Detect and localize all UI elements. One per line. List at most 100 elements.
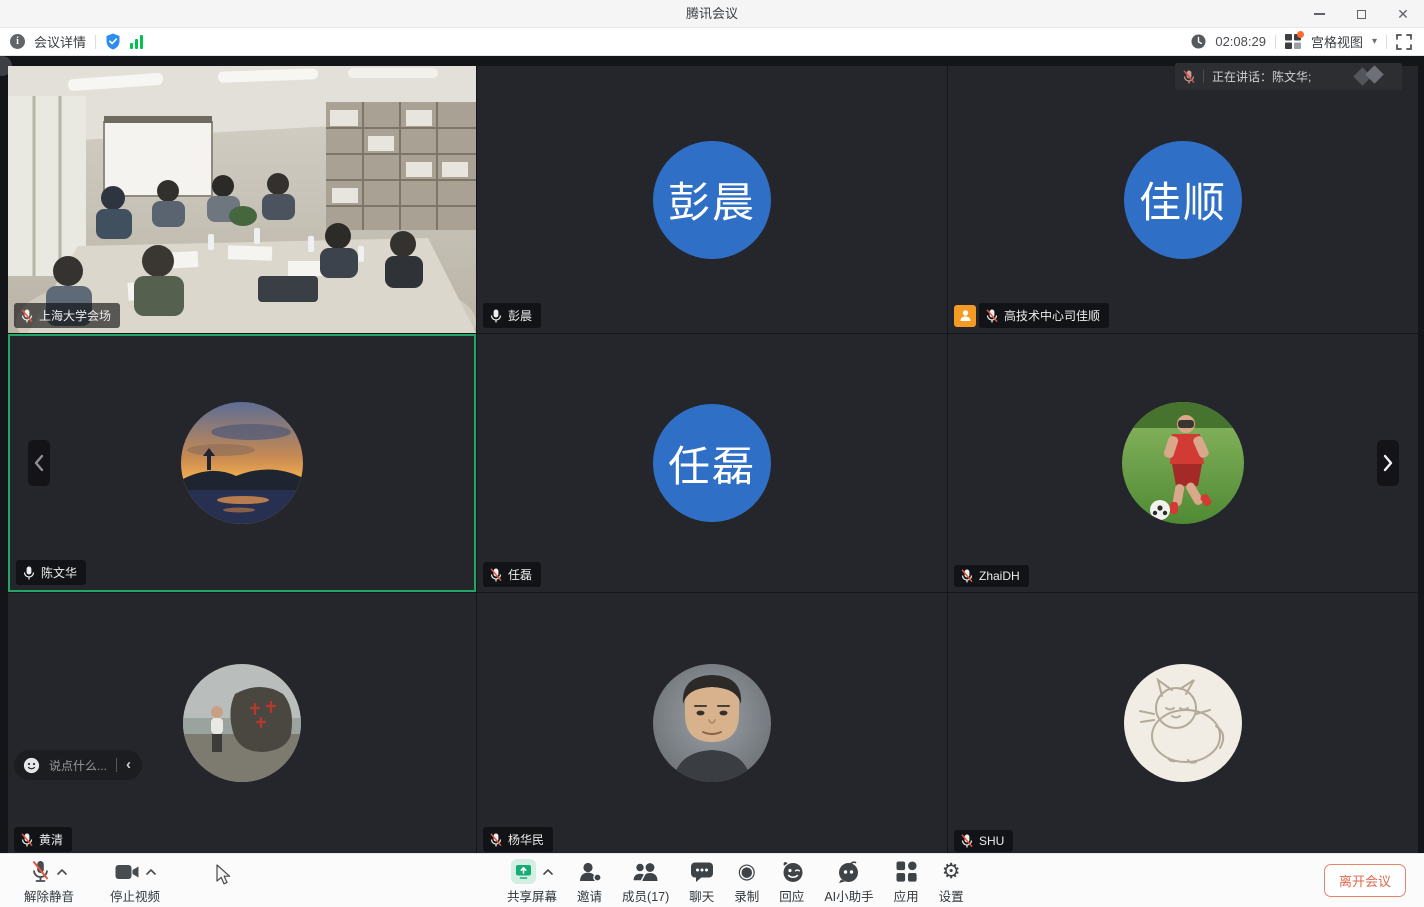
- record-icon: ◉: [738, 861, 756, 882]
- maximize-icon: [1357, 10, 1366, 19]
- apps-label: 应用: [894, 886, 919, 905]
- clock-icon: [1191, 34, 1206, 49]
- members-button[interactable]: 成员(17): [612, 859, 679, 905]
- ai-assistant-label: AI小助手: [824, 886, 873, 905]
- chevron-right-icon: [1383, 454, 1393, 472]
- participant-name-label: 黄清: [14, 827, 72, 852]
- mic-muted-icon: [986, 309, 998, 323]
- chevron-down-icon[interactable]: ▾: [1372, 36, 1377, 47]
- window-title: 腾讯会议: [0, 0, 1424, 28]
- camera-icon: [115, 864, 139, 880]
- settings-button[interactable]: ⚙ 设置: [929, 859, 974, 905]
- mic-on-icon: [23, 566, 35, 580]
- video-tile-yanghuamin[interactable]: 杨华民: [477, 593, 947, 853]
- profile-photo-cat-sketch: [1124, 664, 1242, 782]
- logo-watermark: [1352, 67, 1392, 85]
- minimize-button[interactable]: [1298, 0, 1340, 28]
- apps-button[interactable]: 应用: [884, 859, 929, 905]
- divider: [1275, 35, 1276, 49]
- ai-assistant-icon: [836, 861, 861, 883]
- now-speaking-text: 正在讲话：陈文华;: [1212, 68, 1311, 85]
- video-grid: 上海大学会场 彭晨 彭晨 佳顺: [0, 56, 1424, 853]
- tile-name-row: 彭晨: [483, 303, 541, 328]
- title-bar: 腾讯会议 ✕: [0, 0, 1424, 28]
- next-page-arrow[interactable]: [1377, 440, 1399, 486]
- profile-photo-sunset: [181, 402, 303, 524]
- video-tile-pengchen[interactable]: 彭晨 彭晨: [477, 66, 947, 333]
- record-button[interactable]: ◉ 录制: [724, 859, 769, 905]
- video-tile-shanghai-university[interactable]: 上海大学会场: [8, 66, 476, 333]
- share-screen-icon: [511, 859, 536, 884]
- video-tile-jiashun[interactable]: 佳顺 高技术中心司佳顺: [948, 66, 1418, 333]
- stop-video-button[interactable]: 停止视频: [100, 859, 170, 905]
- chat-placeholder: 说点什么...: [49, 757, 107, 774]
- caret-up-icon[interactable]: [57, 869, 67, 875]
- mic-muted-icon: [21, 309, 33, 323]
- participant-name: 上海大学会场: [39, 307, 111, 324]
- chat-button[interactable]: 聊天: [679, 859, 724, 905]
- reactions-button[interactable]: 回应: [769, 859, 814, 905]
- mic-muted-icon: [961, 834, 973, 848]
- caret-up-icon[interactable]: [543, 869, 553, 875]
- video-tile-shu[interactable]: SHU: [948, 593, 1418, 853]
- mic-muted-icon: [490, 833, 502, 847]
- reactions-label: 回应: [779, 886, 804, 905]
- tile-name-row: ZhaiDH: [954, 565, 1029, 587]
- header-left-group: i 会议详情: [10, 28, 145, 55]
- unmute-label: 解除静音: [24, 886, 74, 905]
- avatar: 佳顺: [1124, 141, 1242, 259]
- participant-name-label: 彭晨: [483, 303, 541, 328]
- leave-meeting-button[interactable]: 离开会议: [1324, 864, 1406, 897]
- maximize-button[interactable]: [1340, 0, 1382, 28]
- unmute-button[interactable]: 解除静音: [14, 859, 84, 905]
- security-shield-icon[interactable]: [105, 33, 121, 50]
- collapse-chat-icon[interactable]: ‹: [126, 757, 131, 774]
- chat-label: 聊天: [689, 886, 714, 905]
- tile-name-row: 上海大学会场: [14, 303, 120, 328]
- settings-label: 设置: [939, 886, 964, 905]
- ai-assistant-button[interactable]: AI小助手: [814, 859, 883, 905]
- info-icon: i: [10, 34, 25, 49]
- record-label: 录制: [734, 886, 759, 905]
- close-button[interactable]: ✕: [1382, 0, 1424, 28]
- caret-up-icon[interactable]: [146, 869, 156, 875]
- window-controls: ✕: [1298, 0, 1424, 28]
- meeting-details-link[interactable]: 会议详情: [34, 32, 86, 51]
- toolbar-left-group: 解除静音 停止视频: [14, 859, 170, 905]
- prev-page-arrow[interactable]: [28, 440, 50, 486]
- share-screen-label: 共享屏幕: [507, 886, 557, 905]
- close-icon: ✕: [1397, 6, 1409, 23]
- video-tile-zhaidh[interactable]: ZhaiDH: [948, 334, 1418, 592]
- header-right-group: 02:08:29 宫格视图 ▾: [1191, 28, 1412, 55]
- mic-muted-icon: [1183, 70, 1195, 84]
- divider: [1203, 70, 1204, 83]
- participant-name: 高技术中心司佳顺: [1004, 307, 1100, 324]
- view-mode-selector[interactable]: 宫格视图: [1311, 32, 1363, 51]
- quick-chat-input[interactable]: 说点什么... ‹: [14, 750, 142, 780]
- host-badge-icon: [954, 305, 976, 327]
- invite-button[interactable]: 邀请: [567, 859, 612, 905]
- avatar: 任磊: [653, 404, 771, 522]
- members-label: 成员(17): [622, 886, 669, 905]
- participant-name-label: 上海大学会场: [14, 303, 120, 328]
- minimize-icon: [1314, 13, 1325, 15]
- profile-photo-seaside-rock: [183, 664, 301, 782]
- video-tile-renlei[interactable]: 任磊 任磊: [477, 334, 947, 592]
- emoji-icon[interactable]: [23, 757, 40, 774]
- participant-name: 杨华民: [508, 831, 544, 848]
- profile-photo-face: [653, 664, 771, 782]
- share-screen-button[interactable]: 共享屏幕: [497, 859, 567, 905]
- divider: [1386, 35, 1387, 49]
- network-signal-icon[interactable]: [130, 35, 145, 49]
- chat-bubble-icon: [690, 861, 714, 883]
- participant-name-label: 任磊: [483, 562, 541, 587]
- video-tile-huangqing[interactable]: 黄清: [8, 593, 476, 853]
- divider: [116, 758, 117, 772]
- fullscreen-icon[interactable]: [1396, 34, 1412, 50]
- participant-name: ZhaiDH: [979, 569, 1020, 583]
- members-icon: [632, 861, 659, 883]
- participant-name: 任磊: [508, 566, 532, 583]
- video-tile-chenwenhua-active-speaker[interactable]: 陈文华: [8, 334, 476, 592]
- grid-view-icon: [1285, 34, 1302, 49]
- tile-name-row: 杨华民: [483, 827, 553, 852]
